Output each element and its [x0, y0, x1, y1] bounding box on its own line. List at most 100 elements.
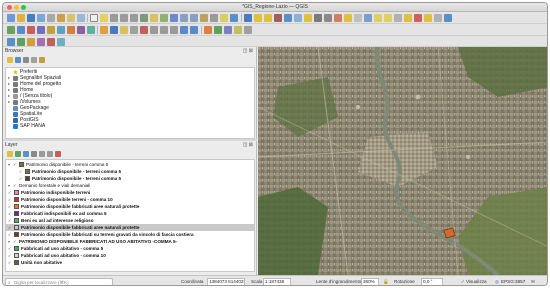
collapse-arrow-icon[interactable]: ▾	[8, 183, 10, 188]
layer-row-selected[interactable]: ✓ Patrimonio disponibile fabbricati aree…	[6, 224, 254, 231]
browser-tree[interactable]: Preferiti ▸ Segnalibri Spaziali ▸ Home d…	[5, 67, 255, 139]
layer-checkbox[interactable]: ✓	[19, 176, 22, 181]
add-feature-icon[interactable]	[120, 26, 128, 34]
filter-browser-icon[interactable]	[23, 57, 29, 63]
tracing-icon[interactable]	[234, 26, 242, 34]
copy-features-icon[interactable]	[160, 26, 168, 34]
layer-checkbox[interactable]: ✓	[13, 239, 16, 244]
layer-checkbox[interactable]: ✓	[13, 183, 16, 188]
expand-arrow-icon[interactable]: ▸	[8, 87, 10, 92]
select-by-value-icon[interactable]	[264, 14, 272, 22]
layer-row[interactable]: ✓ Patrimonio disponibile - terreni comma…	[6, 168, 254, 175]
magnifier-field[interactable]: 360%	[361, 278, 379, 285]
snapping-icon[interactable]	[224, 26, 232, 34]
show-bookmarks-icon[interactable]	[220, 14, 228, 22]
layer-row[interactable]: ✓ Beni ex asl ad interesse religioso	[6, 217, 254, 224]
model-designer-icon[interactable]	[27, 38, 35, 46]
add-selected-layers-icon[interactable]	[7, 57, 13, 63]
layer-row[interactable]: ✓ Patrimonio indisponibile terreni	[6, 189, 254, 196]
refresh-browser-icon[interactable]	[15, 57, 21, 63]
expand-arrow-icon[interactable]: ▸	[8, 75, 10, 80]
shape-digitize-icon[interactable]	[244, 26, 252, 34]
advanced-digitize-icon[interactable]	[214, 26, 222, 34]
rotation-field[interactable]: 0,0 °	[421, 278, 443, 285]
new-shapefile-icon[interactable]	[87, 26, 95, 34]
expand-arrow-icon[interactable]: ▸	[8, 81, 10, 86]
layout-manager-icon[interactable]	[57, 14, 65, 22]
change-label-icon[interactable]	[424, 14, 432, 22]
remove-layer-icon[interactable]	[55, 151, 61, 157]
add-wms-icon[interactable]	[47, 26, 55, 34]
zoom-to-layer-icon[interactable]	[160, 14, 168, 22]
layer-checkbox[interactable]: ✓	[8, 211, 11, 216]
messages-icon[interactable]: ✉	[531, 279, 535, 285]
collapse-arrow-icon[interactable]: ▾	[8, 162, 10, 167]
zoom-to-selection-icon[interactable]	[150, 14, 158, 22]
render-checkbox[interactable]: ✓	[461, 279, 465, 285]
edit-pencil-icon[interactable]	[100, 26, 108, 34]
new-map-view-icon[interactable]	[200, 14, 208, 22]
save-project-icon[interactable]	[27, 14, 35, 22]
layer-checkbox[interactable]: ✓	[8, 204, 11, 209]
panel-splitter[interactable]	[3, 139, 257, 141]
crs-label[interactable]: EPSG:3857	[501, 279, 525, 284]
style-manager-icon[interactable]	[67, 14, 75, 22]
layers-tree[interactable]: ▾ ✓ Patrimonio disponibile - terreni com…	[5, 159, 255, 272]
batch-icon[interactable]	[57, 38, 65, 46]
attribute-table-icon[interactable]	[284, 14, 292, 22]
add-postgis-icon[interactable]	[27, 26, 35, 34]
show-hide-labels-icon[interactable]	[394, 14, 402, 22]
map-tips-icon[interactable]	[354, 14, 362, 22]
zoom-next-icon[interactable]	[190, 14, 198, 22]
collapse-all-icon[interactable]	[47, 151, 53, 157]
expand-arrow-icon[interactable]: ▸	[8, 99, 10, 104]
collapse-all-icon[interactable]	[31, 57, 37, 63]
layer-row[interactable]: ✓ Fabbricati indisponibili ex asl comma …	[6, 210, 254, 217]
redo-icon[interactable]	[190, 26, 198, 34]
add-spatialite-icon[interactable]	[37, 26, 45, 34]
layer-group-row[interactable]: ▾ ✓ Demanio forestale e viali demaniali	[6, 182, 254, 189]
measure-icon[interactable]	[324, 14, 332, 22]
layer-checkbox[interactable]: ✓	[13, 162, 16, 167]
pan-icon[interactable]	[90, 14, 98, 22]
expand-arrow-icon[interactable]: ▸	[8, 93, 10, 98]
diagram-icon[interactable]	[434, 14, 442, 22]
history-icon[interactable]	[37, 38, 45, 46]
layer-row[interactable]: ✓ Unità non abitative	[6, 259, 254, 266]
bookmark-icon[interactable]	[210, 14, 218, 22]
highlighted-parcel[interactable]	[443, 227, 456, 239]
expand-all-icon[interactable]	[39, 151, 45, 157]
zoom-full-icon[interactable]	[140, 14, 148, 22]
add-virtual-layer-icon[interactable]	[77, 26, 85, 34]
zoom-last-icon[interactable]	[180, 14, 188, 22]
georeferencer-icon[interactable]	[7, 38, 15, 46]
layer-checkbox[interactable]: ✓	[8, 218, 11, 223]
identify-features-icon[interactable]	[244, 14, 252, 22]
rotate-label-icon[interactable]	[414, 14, 422, 22]
lock-icon[interactable]: 🔒	[383, 279, 389, 285]
vertex-tool-icon[interactable]	[130, 26, 138, 34]
zoom-in-icon[interactable]	[110, 14, 118, 22]
save-as-icon[interactable]	[37, 14, 45, 22]
digitize-icon[interactable]	[204, 26, 212, 34]
refresh-icon[interactable]	[230, 14, 238, 22]
zoom-rubber-band-icon[interactable]	[130, 14, 138, 22]
layer-row[interactable]: ✓ Fabbricati ad uso abitativo - comma 5	[6, 245, 254, 252]
layer-checkbox[interactable]: ✓	[8, 197, 11, 202]
new-project-icon[interactable]	[7, 14, 15, 22]
locator-search[interactable]: ⌕ Digita per localizzare (⌘K)	[5, 278, 113, 285]
pan-to-selection-icon[interactable]	[100, 14, 108, 22]
select-features-icon[interactable]	[254, 14, 262, 22]
save-edits-icon[interactable]	[110, 26, 118, 34]
layer-row[interactable]: ✓ Patrimonio disponibile fabbricati aree…	[6, 203, 254, 210]
layer-checkbox[interactable]: ✓	[8, 260, 11, 265]
layers-panel-controls[interactable]: ◫ ⊠	[243, 142, 253, 148]
field-calculator-icon[interactable]	[294, 14, 302, 22]
deselect-icon[interactable]	[274, 14, 282, 22]
add-vector-icon[interactable]	[7, 26, 15, 34]
add-raster-icon[interactable]	[17, 26, 25, 34]
layer-group-row[interactable]: ▾ ✓ Patrimonio disponibile - terreni com…	[6, 161, 254, 168]
collapse-arrow-icon[interactable]: ▾	[8, 239, 10, 244]
paste-features-icon[interactable]	[170, 26, 178, 34]
move-label-icon[interactable]	[404, 14, 412, 22]
